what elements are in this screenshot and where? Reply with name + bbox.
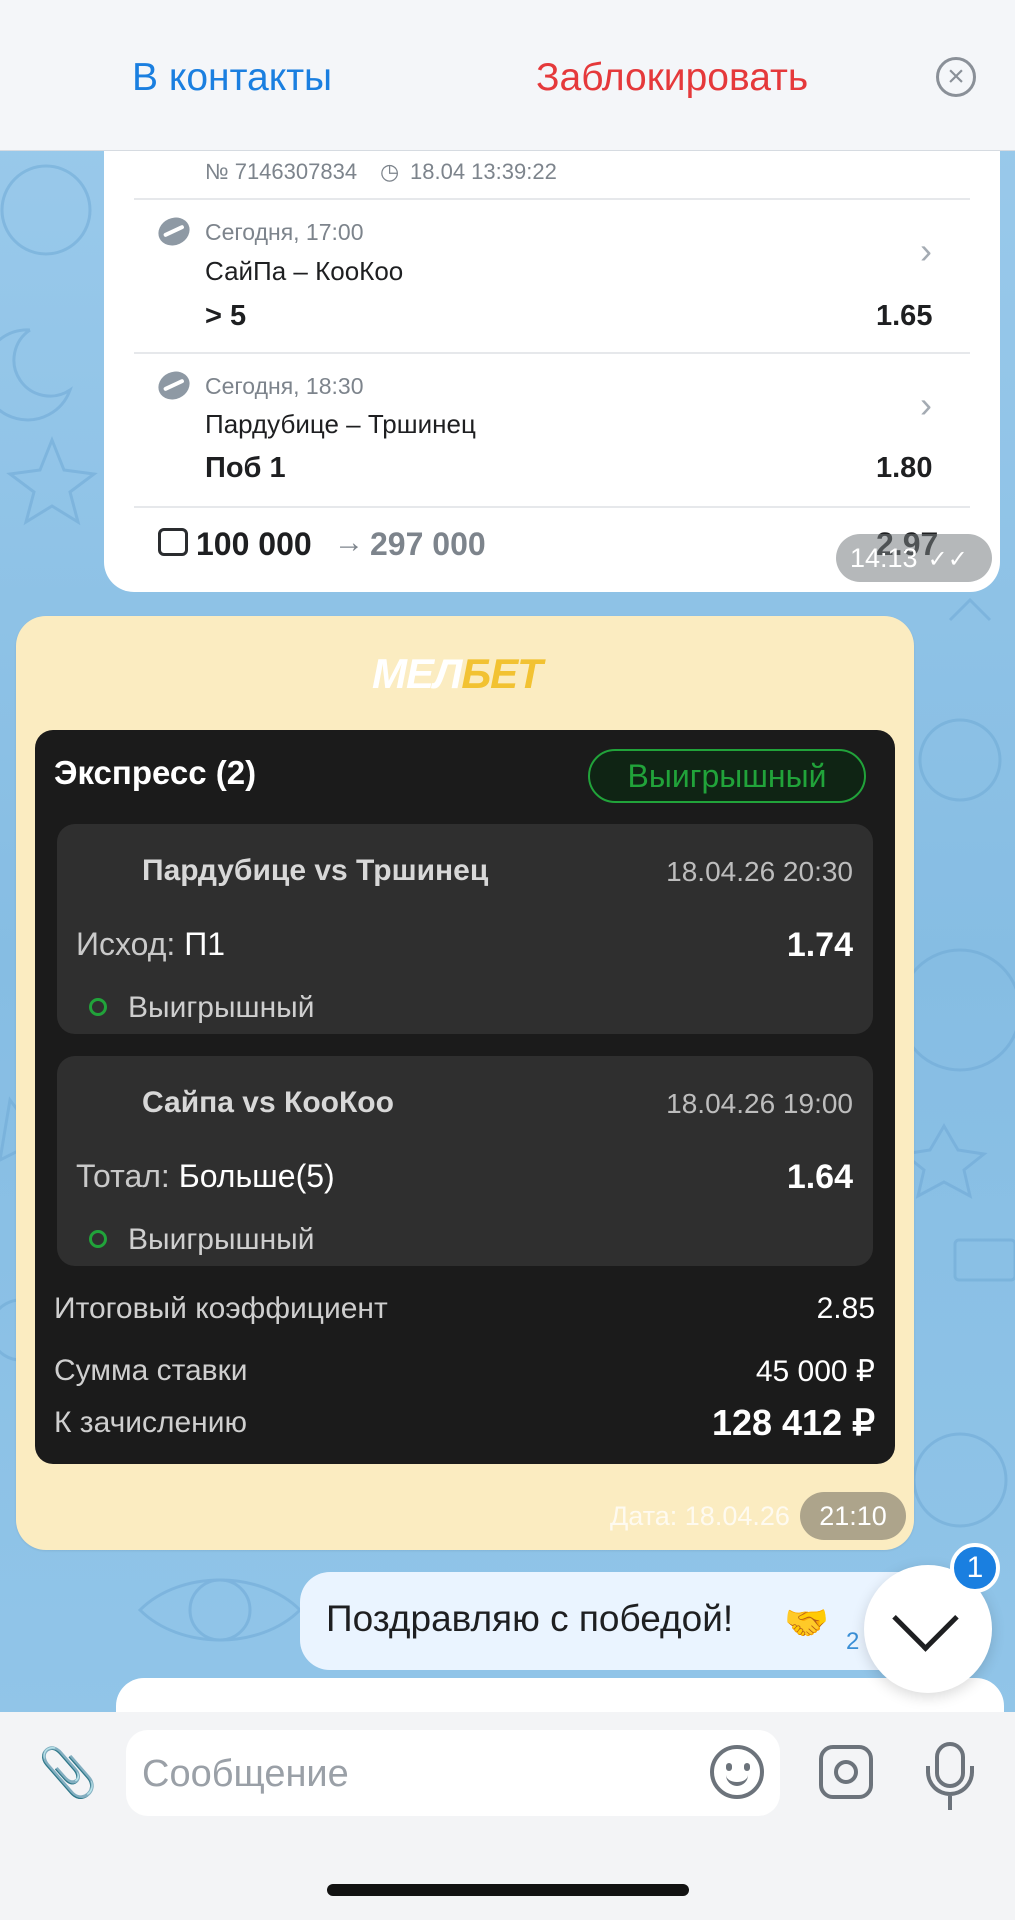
chevron-right-icon[interactable]: › <box>920 384 932 426</box>
home-indicator <box>327 1884 689 1896</box>
microphone-icon-stem <box>948 1796 952 1810</box>
attach-icon[interactable]: 📎 <box>38 1744 98 1801</box>
divider <box>134 352 970 354</box>
coupon-win: 297 000 <box>370 526 486 562</box>
read-checks-icon: ✓✓ <box>927 546 968 573</box>
summary-label: Итоговый коэффициент <box>54 1292 388 1325</box>
event-teams: СайПа – КооКоо <box>205 256 404 286</box>
status-dot-icon <box>89 1230 107 1248</box>
event-status: Выигрышный <box>128 991 315 1024</box>
add-to-contacts-button[interactable]: В контакты <box>132 56 332 100</box>
event-date: 18.04.26 20:30 <box>666 856 853 887</box>
wallet-icon <box>158 528 188 556</box>
message-placeholder[interactable]: Сообщение <box>142 1753 349 1796</box>
status-dot-icon <box>89 998 107 1016</box>
emoji-icon[interactable] <box>710 1745 764 1799</box>
divider <box>134 198 970 200</box>
bet-date-faded: Дата: 18.04.26 <box>610 1501 790 1531</box>
message-time: 2 <box>846 1628 860 1655</box>
message-time: 14:13 ✓✓ <box>836 534 992 582</box>
coupon-timestamp: 18.04 13:39:22 <box>410 159 557 184</box>
event-odds: 1.74 <box>786 926 853 964</box>
divider <box>134 506 970 508</box>
arrow-right-icon: → <box>334 526 364 559</box>
camera-icon[interactable] <box>819 1745 873 1799</box>
event-status: Выигрышный <box>128 1223 315 1256</box>
event-odds: 1.65 <box>876 300 933 332</box>
event-odds: 1.80 <box>876 452 933 484</box>
block-user-button[interactable]: Заблокировать <box>536 56 808 100</box>
event-bet: > 5 <box>205 300 247 332</box>
event-time: Сегодня, 17:00 <box>205 219 364 245</box>
summary-value: 2.85 <box>816 1292 875 1325</box>
summary-value: 45 000 ₽ <box>755 1355 875 1388</box>
chevron-right-icon[interactable]: › <box>920 230 932 272</box>
message-time: 21:10 <box>800 1492 906 1540</box>
close-icon[interactable]: × <box>936 57 976 97</box>
event-bet: Поб 1 <box>205 452 286 484</box>
summary-label: К зачислению <box>54 1406 247 1439</box>
message-text: Поздравляю с победой! <box>326 1598 734 1639</box>
event-date: 18.04.26 19:00 <box>666 1088 853 1119</box>
event-market: Тотал: Больше(5) <box>76 1158 335 1194</box>
chevron-down-icon <box>892 1585 959 1652</box>
unread-badge: 1 <box>950 1543 1000 1593</box>
summary-label: Сумма ставки <box>54 1354 248 1387</box>
top-action-bar: В контакты Заблокировать × <box>0 0 1015 151</box>
event-time: Сегодня, 18:30 <box>205 373 364 399</box>
event-odds: 1.64 <box>786 1158 853 1196</box>
melbet-logo: МЕЛБЕТ <box>372 650 543 697</box>
coupon-stake: 100 000 <box>196 526 312 562</box>
handshake-emoji: 🤝 <box>784 1602 829 1643</box>
event-name: Сайпа vs КооКоо <box>142 1086 394 1119</box>
event-teams: Пардубице – Тршинец <box>205 409 476 439</box>
bet-type-title: Экспресс (2) <box>54 754 257 791</box>
clock-icon: ◷ <box>380 159 400 184</box>
coupon-number: № 7146307834 <box>205 159 358 184</box>
status-badge: Выигрышный <box>588 749 866 803</box>
event-name: Пардубице vs Тршинец <box>142 854 489 887</box>
event-market: Исход: П1 <box>76 926 225 962</box>
payout-value: 128 412 ₽ <box>711 1402 875 1443</box>
